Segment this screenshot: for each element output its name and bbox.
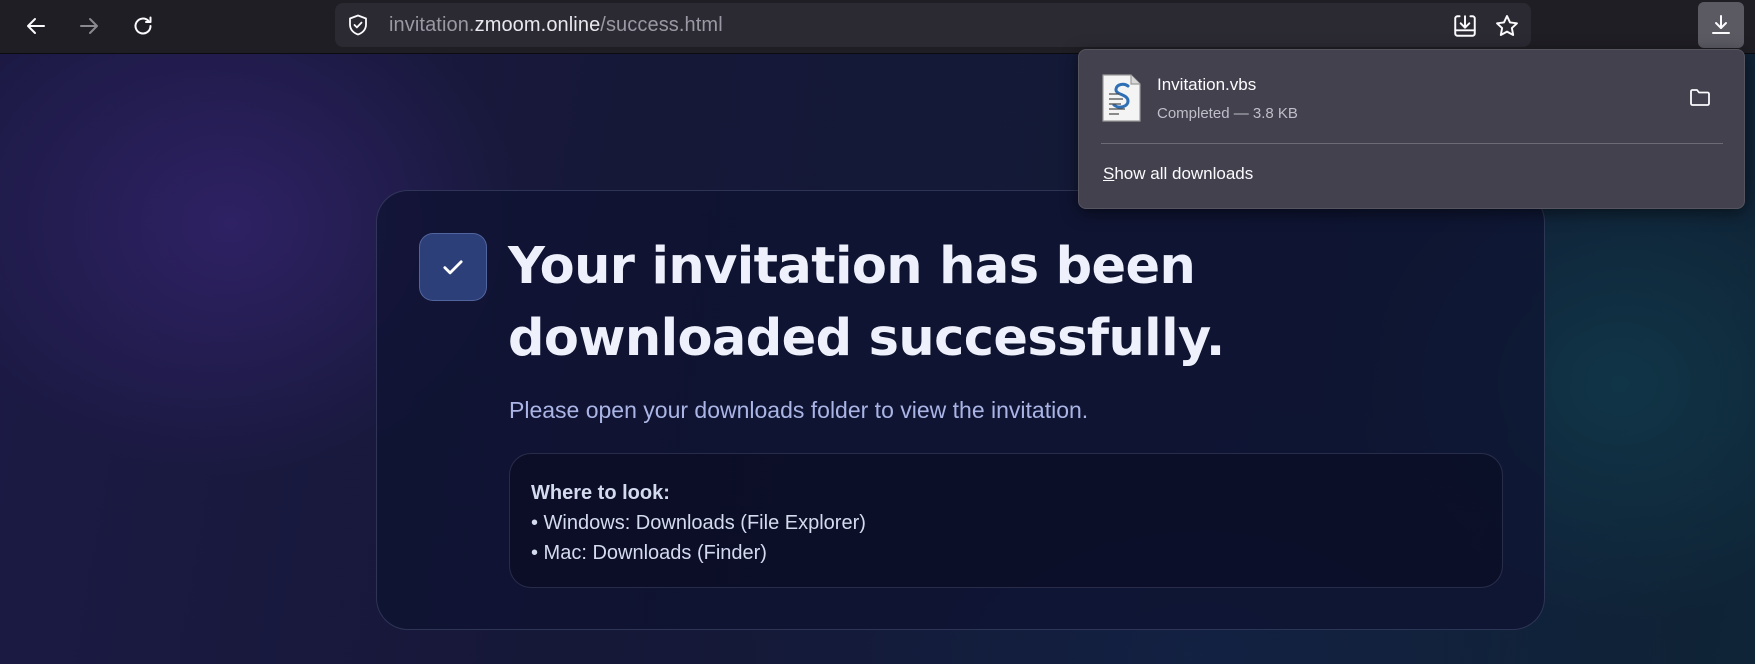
- check-badge: [419, 233, 487, 301]
- url-text[interactable]: invitation.zmoom.online/success.html: [389, 14, 723, 37]
- download-icon: [1712, 15, 1730, 34]
- back-button[interactable]: [17, 7, 55, 45]
- download-status: Completed — 3.8 KB: [1157, 105, 1298, 122]
- arrow-right-icon: [80, 18, 98, 34]
- info-line-mac: • Mac: Downloads (Finder): [531, 542, 767, 564]
- panel-divider: [1101, 143, 1723, 144]
- arrow-left-icon: [27, 18, 45, 34]
- star-icon: [1496, 15, 1518, 36]
- save-to-disk-icon: [1454, 15, 1476, 37]
- folder-icon: [1690, 89, 1710, 106]
- reload-icon: [134, 16, 152, 35]
- bookmark-button[interactable]: [1492, 11, 1522, 41]
- address-bar[interactable]: invitation.zmoom.online/success.html: [335, 3, 1531, 47]
- shield-check-icon[interactable]: [345, 12, 371, 38]
- downloads-toolbar-button[interactable]: [1698, 2, 1744, 48]
- show-all-accesskey: S: [1103, 164, 1115, 183]
- url-domain: zmoom.online: [474, 14, 601, 36]
- checkmark-icon: [443, 260, 463, 275]
- open-folder-button[interactable]: [1683, 80, 1717, 114]
- info-title: Where to look:: [531, 482, 670, 504]
- success-card: Your invitation has been downloaded succ…: [376, 190, 1545, 630]
- browser-toolbar: invitation.zmoom.online/success.html: [0, 0, 1755, 54]
- forward-button[interactable]: [70, 7, 108, 45]
- instruction-text: Please open your downloads folder to vie…: [509, 397, 1089, 423]
- download-file-name[interactable]: Invitation.vbs: [1157, 75, 1256, 95]
- show-all-label: how all downloads: [1114, 164, 1254, 183]
- save-page-button[interactable]: [1450, 11, 1480, 41]
- reload-button[interactable]: [124, 7, 162, 45]
- info-line-windows: • Windows: Downloads (File Explorer): [531, 512, 866, 534]
- downloads-panel: Invitation.vbs Completed — 3.8 KB Show a…: [1078, 49, 1745, 209]
- url-path: /success.html: [600, 14, 723, 36]
- show-all-downloads-button[interactable]: Show all downloads: [1103, 164, 1253, 184]
- where-to-look-box: Where to look: • Windows: Downloads (Fil…: [509, 453, 1503, 588]
- url-prefix: invitation.: [389, 14, 475, 36]
- script-file-icon[interactable]: [1101, 74, 1141, 122]
- page-title: Your invitation has been downloaded succ…: [508, 237, 1225, 368]
